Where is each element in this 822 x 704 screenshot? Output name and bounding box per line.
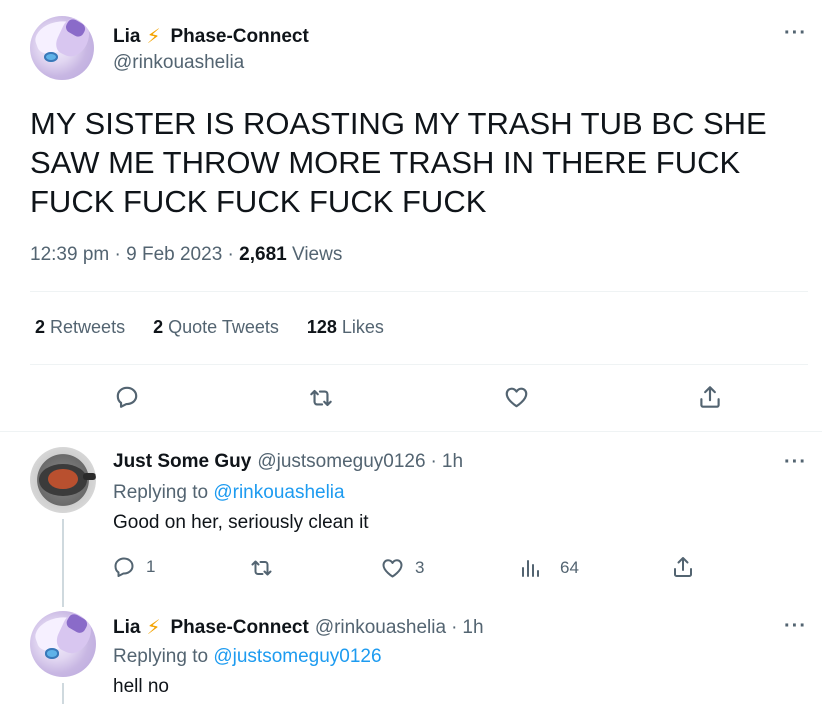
- like-icon: [382, 559, 403, 578]
- separator: ·: [451, 616, 458, 638]
- reply-text: Good on her, seriously clean it: [113, 512, 369, 533]
- replying-to-link[interactable]: @rinkouashelia: [213, 482, 344, 503]
- lightning-icon: ⚡: [146, 26, 161, 48]
- likes-stat[interactable]: 128 Likes: [307, 317, 384, 338]
- thread-line: [62, 519, 64, 607]
- tweet-date[interactable]: 9 Feb 2023: [126, 244, 222, 265]
- retweet-icon: [310, 389, 332, 407]
- share-icon: [700, 386, 720, 408]
- views-label: Views: [291, 244, 343, 265]
- author-name-row[interactable]: Lia ⚡ Phase-Connect: [113, 24, 309, 49]
- reply-author-avatar[interactable]: [30, 611, 96, 677]
- divider: [30, 291, 808, 292]
- reply-count: 1: [146, 557, 156, 576]
- separator: ·: [114, 244, 121, 265]
- author-handle[interactable]: @rinkouashelia: [113, 52, 244, 74]
- more-icon[interactable]: ···: [784, 451, 807, 474]
- tweet-time[interactable]: 12:39 pm: [30, 244, 109, 265]
- reply-time[interactable]: 1h: [442, 451, 463, 473]
- retweet-button[interactable]: [307, 385, 335, 411]
- like-icon: [505, 387, 528, 408]
- separator: ·: [430, 451, 437, 472]
- tweet-text: MY SISTER IS ROASTING MY TRASH TUB BC SH…: [30, 104, 790, 221]
- quotes-stat[interactable]: 2 Quote Tweets: [153, 317, 279, 338]
- divider: [0, 431, 822, 432]
- share-button[interactable]: [671, 554, 695, 580]
- replying-prefix: Replying to: [113, 646, 209, 667]
- tweet-text-line: MY SISTER IS ROASTING MY TRASH TUB BC SH…: [30, 106, 767, 141]
- reply-icon: [114, 557, 134, 577]
- views-icon: [522, 560, 539, 577]
- reply-author-avatar[interactable]: [30, 447, 96, 513]
- author-name-suffix[interactable]: Phase-Connect: [171, 26, 309, 48]
- reply-author-handle[interactable]: @rinkouashelia: [315, 617, 446, 639]
- quotes-label: Quote Tweets: [168, 317, 279, 337]
- likes-count: 128: [306, 317, 337, 337]
- reply-time[interactable]: 1h: [462, 617, 483, 639]
- more-icon[interactable]: ···: [784, 22, 807, 45]
- retweets-stat[interactable]: 2 Retweets: [35, 317, 125, 338]
- likes-label: Likes: [341, 317, 384, 337]
- reply-icon: [116, 386, 138, 408]
- tweet-meta: 12:39 pm · 9 Feb 2023 · 2,681 Views: [30, 244, 342, 266]
- thread-line: [62, 683, 64, 704]
- reply-author-row: Just Some Guy @justsomeguy0126 · 1h: [113, 451, 463, 473]
- share-button[interactable]: [697, 383, 723, 411]
- lightning-icon: ⚡: [146, 617, 161, 639]
- retweets-label: Retweets: [50, 317, 126, 337]
- tweet-text-line: FUCK FUCK FUCK FUCK FUCK: [30, 184, 487, 219]
- reply-author-name[interactable]: Just Some Guy: [113, 451, 251, 473]
- view-count: 64: [560, 558, 579, 577]
- more-icon[interactable]: ···: [784, 615, 807, 638]
- retweets-count: 2: [35, 317, 46, 337]
- reply-author-name-suffix[interactable]: Phase-Connect: [171, 617, 309, 639]
- reply-text: hell no: [113, 676, 169, 697]
- like-button[interactable]: [503, 384, 530, 410]
- replying-to: Replying to @justsomeguy0126: [113, 646, 382, 668]
- reply-author-name[interactable]: Lia: [113, 617, 140, 639]
- reply-author-row: Lia ⚡ Phase-Connect @rinkouashelia · 1h: [113, 615, 484, 640]
- replying-to: Replying to @rinkouashelia: [113, 482, 345, 504]
- replying-to-link[interactable]: @justsomeguy0126: [213, 646, 381, 667]
- separator: ·: [227, 244, 234, 265]
- main-tweet: Lia ⚡ Phase-Connect @rinkouashelia ··· M…: [0, 0, 822, 431]
- divider: [30, 364, 808, 365]
- retweet-icon: [251, 560, 272, 576]
- views-button[interactable]: 64: [520, 556, 579, 580]
- reply-button[interactable]: [114, 384, 140, 410]
- share-icon: [674, 557, 692, 577]
- like-button[interactable]: 3: [380, 556, 424, 580]
- replying-prefix: Replying to: [113, 482, 209, 503]
- engagement-stats: 2 Retweets 2 Quote Tweets 128 Likes: [35, 317, 384, 338]
- quotes-count: 2: [153, 317, 164, 337]
- tweet-text-line: SAW ME THROW MORE TRASH IN THERE FUCK: [30, 145, 741, 180]
- author-name[interactable]: Lia: [113, 26, 140, 48]
- reply-author-handle[interactable]: @justsomeguy0126: [257, 451, 425, 473]
- views-count: 2,681: [239, 244, 287, 265]
- reply-button[interactable]: 1: [112, 555, 155, 579]
- retweet-button[interactable]: [248, 556, 275, 580]
- like-count: 3: [415, 558, 425, 577]
- author-avatar[interactable]: [30, 16, 94, 80]
